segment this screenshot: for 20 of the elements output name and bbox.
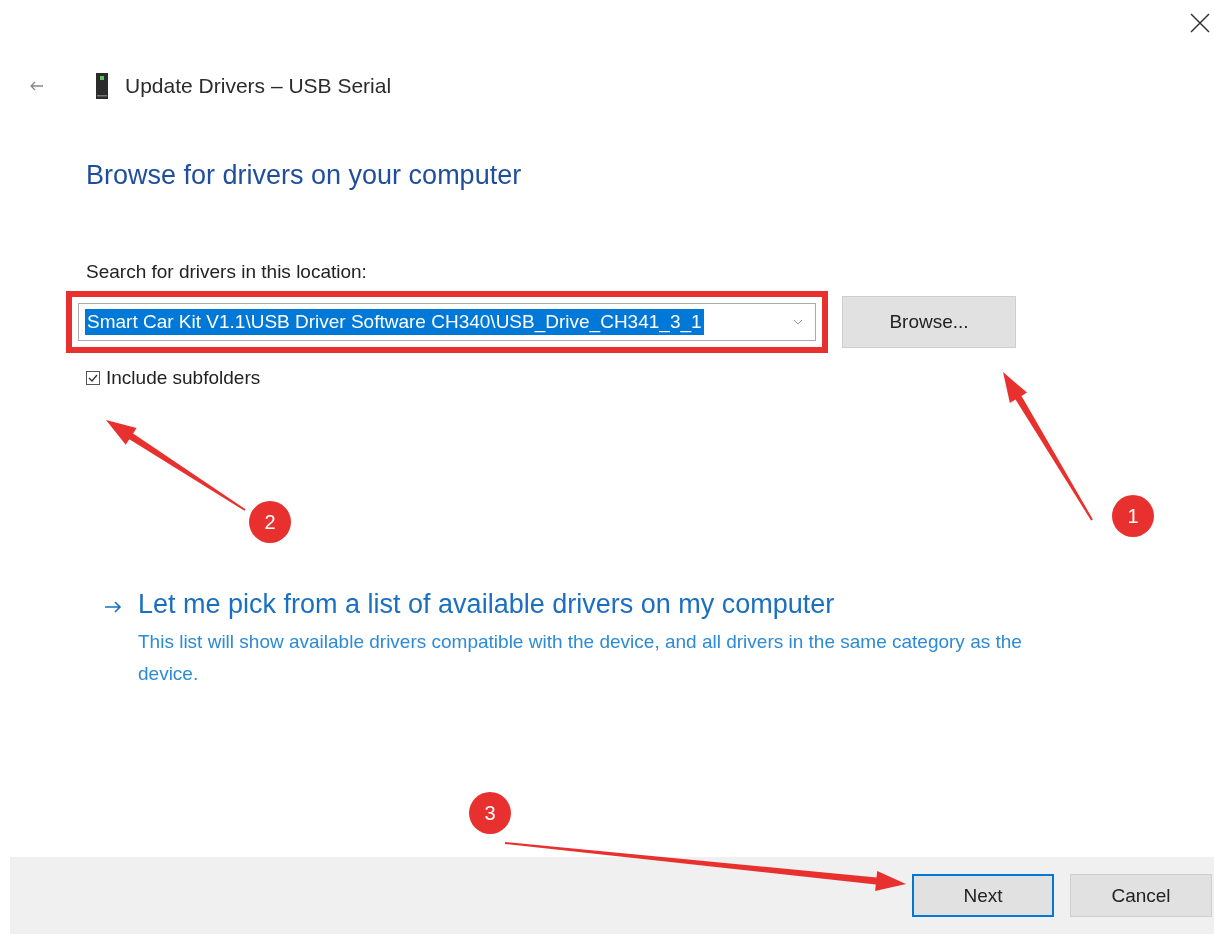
- page-heading: Browse for drivers on your computer: [86, 160, 523, 191]
- checkbox[interactable]: [86, 371, 100, 385]
- device-icon: [96, 73, 108, 99]
- location-label: Search for drivers in this location:: [86, 261, 368, 283]
- back-icon[interactable]: [30, 81, 44, 91]
- window-title: Update Drivers – USB Serial: [125, 74, 392, 98]
- pick-driver-link[interactable]: Let me pick from a list of available drivers on my computer: [138, 589, 1068, 620]
- step-number: 1: [1112, 495, 1154, 537]
- checkbox-label[interactable]: Include subfolders: [106, 367, 261, 389]
- step-number: 3: [469, 792, 511, 834]
- right-arrow-icon: [104, 601, 122, 613]
- location-field[interactable]: Smart Car Kit V1.1\USB Driver Software CH340\USB_Drive_CH341_3_1: [78, 303, 816, 341]
- next-button[interactable]: Next: [912, 874, 1054, 917]
- location-value: Smart Car Kit V1.1\USB Driver Software CH340\USB_Drive_CH341_3_1: [85, 309, 704, 335]
- dropdown-caret-icon[interactable]: [793, 319, 803, 325]
- close-icon[interactable]: [1190, 13, 1210, 33]
- pick-driver-description: This list will show available drivers compatible with the device, and all drivers in the same category as the device.: [138, 630, 1023, 686]
- browse-button[interactable]: Browse...: [842, 296, 1016, 348]
- step-number: 2: [249, 501, 291, 543]
- cancel-button[interactable]: Cancel: [1070, 874, 1212, 917]
